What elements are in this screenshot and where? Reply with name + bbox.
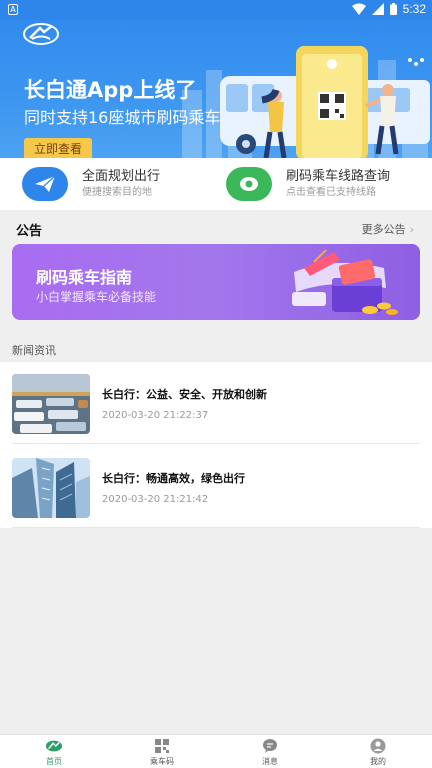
tab-messages[interactable]: 消息 xyxy=(216,735,324,768)
ride-guide-title: 刷码乘车指南 xyxy=(36,268,133,287)
trip-planner-subtitle: 便捷搜索目的地 xyxy=(82,186,152,198)
gift-box-illustration xyxy=(292,249,398,315)
location-pin-icon xyxy=(226,167,272,201)
notice-title: 公告 xyxy=(16,224,43,239)
news-item[interactable]: 长白行：畅通高效，绿色出行 2020-03-20 21:21:42 xyxy=(0,446,432,528)
bus-qr-illustration xyxy=(220,46,430,160)
paper-plane-icon xyxy=(22,167,68,201)
trip-planner-action[interactable]: 全面规划出行 便捷搜索目的地 xyxy=(22,164,160,204)
qr-code-icon xyxy=(153,738,171,754)
news-title: 长白行：畅通高效，绿色出行 xyxy=(102,472,245,485)
ride-guide-banner[interactable]: 刷码乘车指南 小白掌握乘车必备技能 xyxy=(12,244,420,320)
bottom-tab-bar: 首页 乘车码 消息 我的 xyxy=(0,734,432,768)
notice-section-header: 公告 更多公告 › xyxy=(0,210,432,244)
quick-actions: 全面规划出行 便捷搜索目的地 刷码乘车线路查询 点击查看已支持线路 xyxy=(0,158,432,210)
home-logo-icon xyxy=(45,738,63,754)
signal-icon xyxy=(371,3,384,15)
tab-profile[interactable]: 我的 xyxy=(324,735,432,768)
message-icon xyxy=(261,738,279,754)
banner-subtitle: 同时支持16座城市刷码乘车 xyxy=(24,108,221,127)
divider xyxy=(12,443,420,444)
news-list: 长白行：公益、安全、开放和创新 2020-03-20 21:22:37 长白行：… xyxy=(0,362,432,528)
user-icon xyxy=(369,738,387,754)
wifi-icon xyxy=(351,3,366,15)
more-notices-link[interactable]: 更多公告 › xyxy=(362,221,414,237)
tab-home-label: 首页 xyxy=(46,757,62,766)
clock: 5:32 xyxy=(402,2,426,16)
notification-badge: A xyxy=(8,4,18,15)
trip-planner-title: 全面规划出行 xyxy=(82,168,161,184)
route-query-title: 刷码乘车线路查询 xyxy=(286,168,391,184)
promo-banner[interactable]: 长白通App上线了 同时支持16座城市刷码乘车 立即查看 xyxy=(0,0,432,160)
news-timestamp: 2020-03-20 21:22:37 xyxy=(102,410,209,421)
tab-messages-label: 消息 xyxy=(262,757,278,766)
news-section-header: 新闻资讯 xyxy=(12,344,56,357)
news-item[interactable]: 长白行：公益、安全、开放和创新 2020-03-20 21:22:37 xyxy=(0,362,432,444)
tab-home[interactable]: 首页 xyxy=(0,735,108,768)
battery-icon xyxy=(389,3,397,15)
banner-title: 长白通App上线了 xyxy=(24,78,197,102)
more-notices-label: 更多公告 xyxy=(361,223,406,236)
news-thumbnail-buildings xyxy=(12,458,90,518)
view-now-button[interactable]: 立即查看 xyxy=(24,138,92,160)
route-query-action[interactable]: 刷码乘车线路查询 点击查看已支持线路 xyxy=(226,164,390,204)
tab-profile-label: 我的 xyxy=(370,757,386,766)
chevron-right-icon: › xyxy=(409,223,414,236)
route-query-subtitle: 点击查看已支持线路 xyxy=(286,186,376,198)
status-bar: A 5:32 xyxy=(0,0,432,20)
tab-ride-code[interactable]: 乘车码 xyxy=(108,735,216,768)
divider xyxy=(12,527,420,528)
tab-ride-code-label: 乘车码 xyxy=(150,757,174,766)
news-title: 长白行：公益、安全、开放和创新 xyxy=(102,388,267,401)
ride-guide-subtitle: 小白掌握乘车必备技能 xyxy=(36,290,157,304)
app-logo-icon xyxy=(23,23,59,45)
news-timestamp: 2020-03-20 21:21:42 xyxy=(102,494,209,505)
news-thumbnail-buses xyxy=(12,374,90,434)
